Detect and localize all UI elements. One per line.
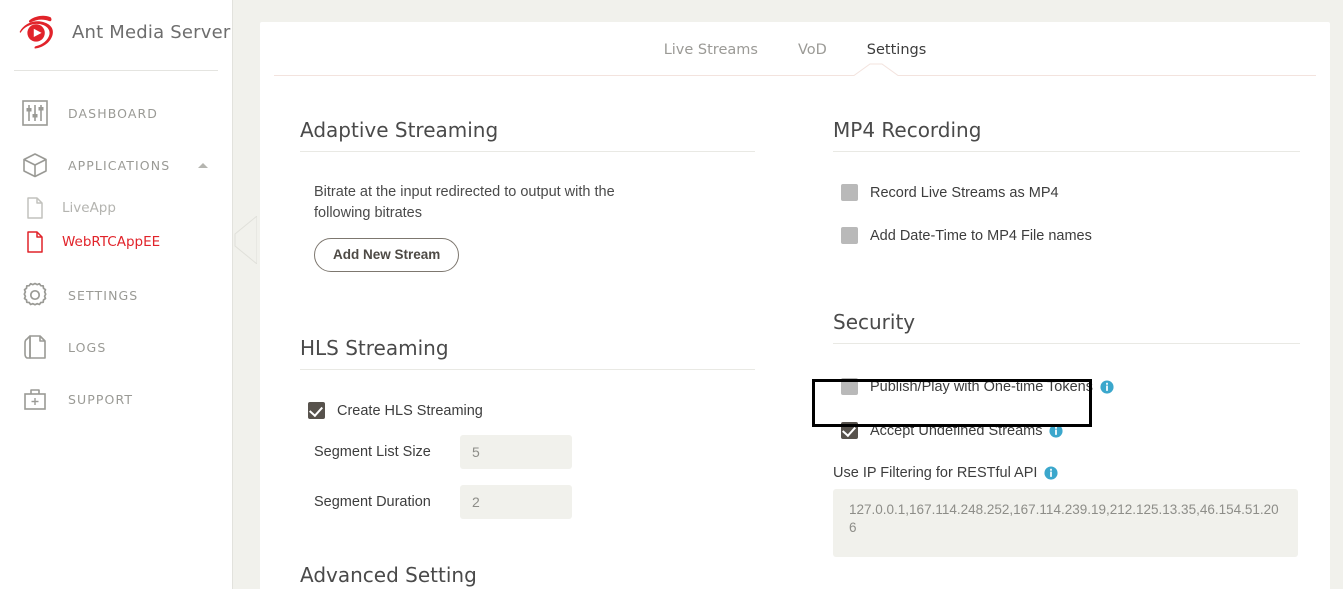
briefcase-plus-icon (24, 389, 46, 410)
accept-undefined-streams-text: Accept Undefined Streams (870, 422, 1043, 439)
sidebar-app-webrtcappee[interactable]: WebRTCAppEE (0, 225, 232, 259)
segment-duration-input[interactable] (460, 485, 572, 519)
tab-settings[interactable]: Settings (867, 42, 926, 58)
security-title: Security (833, 268, 1300, 344)
tab-vod[interactable]: VoD (798, 42, 827, 58)
settings-columns: Adaptive Streaming Bitrate at the input … (260, 76, 1330, 587)
sidebar-item-support[interactable]: SUPPORT (0, 373, 232, 425)
create-hls-streaming-label: Create HLS Streaming (337, 402, 483, 419)
sidebar-item-dashboard[interactable]: DASHBOARD (0, 87, 232, 139)
add-new-stream-button[interactable]: Add New Stream (314, 238, 460, 272)
file-icon (27, 231, 43, 253)
sidebar-item-label: SUPPORT (68, 391, 134, 407)
tab-bar: Live Streams VoD Settings (274, 22, 1316, 76)
right-column: MP4 Recording Record Live Streams as MP4… (795, 76, 1330, 587)
accept-undefined-streams-label: Accept Undefined Streams (870, 422, 1064, 439)
one-time-tokens-text: Publish/Play with One-time Tokens (870, 378, 1093, 395)
info-icon[interactable] (1100, 379, 1114, 394)
one-time-tokens-row[interactable]: Publish/Play with One-time Tokens (841, 378, 1300, 395)
panel-collapse-notch-icon[interactable] (233, 216, 257, 264)
sidebar-item-logs[interactable]: LOGS (0, 321, 232, 373)
add-date-time-label: Add Date-Time to MP4 File names (870, 227, 1092, 244)
sidebar-app-liveapp[interactable]: LiveApp (0, 191, 232, 225)
segment-duration-label: Segment Duration (314, 494, 431, 510)
brand: Ant Media Server (0, 0, 232, 64)
adaptive-streaming-title: Adaptive Streaming (300, 76, 755, 152)
sidebar-item-label: APPLICATIONS (68, 157, 171, 173)
segment-list-size-label: Segment List Size (314, 444, 431, 460)
mp4-recording-title: MP4 Recording (833, 76, 1300, 152)
gear-icon (23, 282, 47, 306)
content-card: Live Streams VoD Settings Adaptive Strea… (260, 22, 1330, 589)
brand-title: Ant Media Server (72, 21, 231, 43)
ip-filtering-textarea[interactable]: 127.0.0.1,167.114.248.252,167.114.239.19… (833, 489, 1298, 557)
create-hls-streaming-checkbox[interactable] (308, 402, 325, 419)
active-tab-notch-icon (854, 63, 898, 76)
sidebar: Ant Media Server DASHBOARD APPLICATIONS … (0, 0, 233, 589)
record-live-streams-label: Record Live Streams as MP4 (870, 184, 1059, 201)
sidebar-divider (14, 70, 218, 71)
log-document-icon (24, 335, 46, 359)
record-live-streams-row[interactable]: Record Live Streams as MP4 (841, 184, 1300, 201)
tab-live-streams[interactable]: Live Streams (664, 42, 758, 58)
one-time-tokens-checkbox[interactable] (841, 378, 858, 395)
segment-list-size-input[interactable] (460, 435, 572, 469)
sidebar-app-label: LiveApp (62, 200, 116, 216)
sliders-icon (22, 100, 48, 126)
one-time-tokens-label: Publish/Play with One-time Tokens (870, 379, 1114, 395)
adaptive-streaming-hint: Bitrate at the input redirected to outpu… (314, 184, 615, 221)
info-icon[interactable] (1044, 466, 1058, 480)
add-date-time-row[interactable]: Add Date-Time to MP4 File names (841, 227, 1300, 244)
sidebar-nav: DASHBOARD APPLICATIONS LiveApp WebRTCApp… (0, 87, 232, 425)
left-column: Adaptive Streaming Bitrate at the input … (260, 76, 795, 587)
sidebar-item-applications[interactable]: APPLICATIONS (0, 139, 232, 191)
sidebar-item-settings[interactable]: SETTINGS (0, 269, 232, 321)
create-hls-streaming-row[interactable]: Create HLS Streaming (308, 402, 755, 419)
sidebar-item-label: SETTINGS (68, 287, 139, 303)
chevron-up-icon[interactable] (198, 163, 208, 168)
tab-list: Live Streams VoD Settings (274, 42, 1316, 58)
accept-undefined-streams-checkbox[interactable] (841, 422, 858, 439)
advanced-setting-title: Advanced Setting (300, 563, 477, 587)
ip-filtering-label: Use IP Filtering for RESTful API (833, 465, 1300, 481)
info-icon[interactable] (1049, 423, 1064, 438)
add-date-time-checkbox[interactable] (841, 227, 858, 244)
segment-duration-row: Segment Duration (314, 485, 755, 519)
sidebar-app-label: WebRTCAppEE (62, 234, 161, 250)
record-live-streams-checkbox[interactable] (841, 184, 858, 201)
ant-media-eye-logo (19, 15, 53, 49)
segment-list-size-row: Segment List Size (314, 435, 755, 469)
sidebar-item-label: DASHBOARD (68, 105, 159, 121)
accept-undefined-streams-row[interactable]: Accept Undefined Streams (841, 422, 1300, 439)
box-icon (23, 153, 47, 178)
app-root: Ant Media Server DASHBOARD APPLICATIONS … (0, 0, 1343, 589)
file-icon (27, 197, 43, 219)
sidebar-item-label: LOGS (68, 339, 107, 355)
ip-filtering-text: Use IP Filtering for RESTful API (833, 465, 1038, 481)
hls-streaming-title: HLS Streaming (300, 294, 755, 370)
